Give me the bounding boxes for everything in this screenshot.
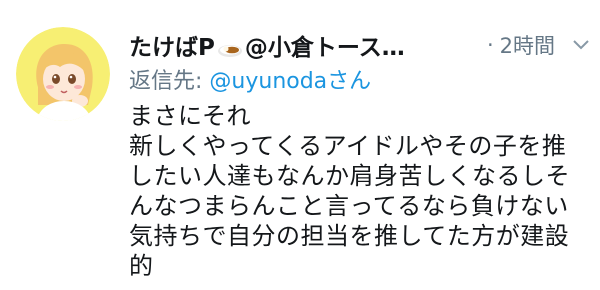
reply-mention-link[interactable]: @uyunodaさん	[209, 69, 371, 94]
curry-rice-icon	[217, 44, 242, 57]
display-name[interactable]: たけばP @小倉トース…	[129, 28, 405, 62]
separator-dot: ·	[486, 33, 494, 57]
display-name-text: たけばP	[129, 35, 215, 61]
tweet-content: たけばP @小倉トース… · 2時間 返信先: @uyunodaさん まさにそれ …	[129, 26, 589, 281]
tweet-text-line: 新しくやってくるアイドルやその子を推	[129, 132, 567, 160]
timestamp[interactable]: 2時間	[500, 30, 555, 60]
avatar[interactable]	[16, 27, 110, 121]
tweet-meta: · 2時間	[487, 26, 589, 64]
display-name-suffix: @小倉トース…	[244, 35, 405, 61]
tweet: たけばP @小倉トース… · 2時間 返信先: @uyunodaさん まさにそれ …	[0, 0, 600, 290]
tweet-text-line: 気持ちで自分の担当を推してた方が建設	[129, 222, 570, 250]
reply-prefix: 返信先:	[129, 69, 210, 94]
tweet-header: たけばP @小倉トース… · 2時間	[129, 26, 589, 64]
tweet-text-line: んなつまらんこと言ってるなら負けない	[129, 192, 569, 220]
tweet-text-line: 的	[129, 252, 154, 280]
avatar-image	[16, 27, 110, 121]
reply-context: 返信先: @uyunodaさん	[129, 65, 589, 99]
tweet-text-line: まさにそれ	[129, 102, 252, 130]
chevron-down-icon[interactable]	[573, 40, 589, 50]
tweet-text-line: したい人達もなんか肩身苦しくなるしそ	[129, 162, 570, 190]
tweet-text: まさにそれ 新しくやってくるアイドルやその子を推 したい人達もなんか肩身苦しくな…	[129, 101, 589, 281]
